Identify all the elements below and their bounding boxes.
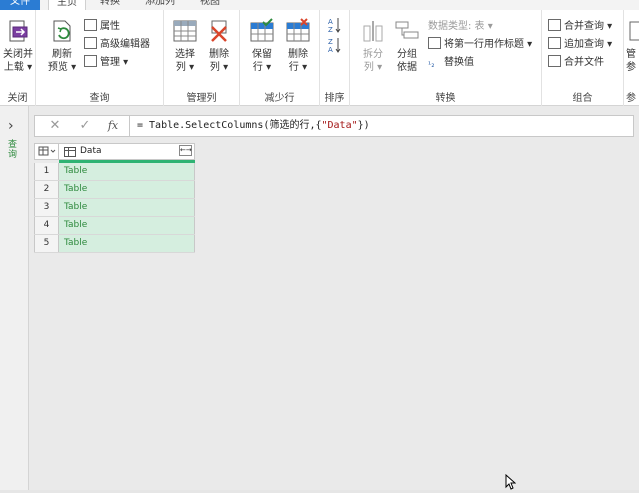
column-header-data[interactable]: Data ←→ bbox=[60, 144, 194, 159]
append-queries-button[interactable]: 追加查询 ▾ bbox=[548, 36, 612, 53]
tab-transform[interactable]: 转换 bbox=[100, 0, 120, 10]
commit-formula-icon[interactable]: ✓ bbox=[73, 117, 97, 135]
table-cell[interactable]: Table bbox=[59, 235, 195, 252]
group-close: 关闭并 上载 ▾ 关闭 bbox=[0, 10, 36, 106]
table-row: 3 Table bbox=[34, 199, 195, 217]
remove-rows-icon bbox=[285, 18, 311, 44]
parameters-icon bbox=[626, 18, 639, 44]
table-row: 2 Table bbox=[34, 181, 195, 199]
manage-parameters-button[interactable]: 管 参 bbox=[626, 18, 639, 74]
group-sort: AZ ZA 排序 bbox=[320, 10, 350, 106]
ribbon: 关闭并 上载 ▾ 关闭 刷新 预览 ▾ 属性 高级编辑器 管理 ▾ 查询 选择 … bbox=[0, 10, 639, 106]
properties-icon bbox=[84, 19, 97, 31]
merge-queries-button[interactable]: 合并查询 ▾ bbox=[548, 18, 612, 35]
choose-columns-button[interactable]: 选择 列 ▾ bbox=[166, 18, 204, 74]
tab-view[interactable]: 视图 bbox=[200, 0, 220, 10]
data-grid: Data ←→ 1 Table 2 Table 3 Table 4 Table 5 Tab… bbox=[34, 143, 195, 253]
table-menu-button[interactable] bbox=[35, 144, 59, 159]
main-area: ✕ ✓ fx = Table.SelectColumns(筛选的行,{"Data… bbox=[29, 106, 639, 490]
svg-text:Z: Z bbox=[328, 38, 333, 46]
remove-columns-button[interactable]: 删除 列 ▾ bbox=[200, 18, 238, 74]
table-row: 1 Table bbox=[34, 163, 195, 181]
table-cell[interactable]: Table bbox=[59, 163, 195, 180]
svg-text:A: A bbox=[328, 18, 333, 26]
table-row: 5 Table bbox=[34, 235, 195, 253]
split-column-icon bbox=[360, 18, 386, 44]
replace-values-icon: ¹₂ bbox=[428, 56, 441, 69]
group-by-button[interactable]: 分组 依据 bbox=[388, 18, 426, 74]
keep-rows-button[interactable]: 保留 行 ▾ bbox=[243, 18, 281, 74]
close-apply-icon bbox=[5, 18, 31, 44]
manage-icon bbox=[84, 55, 97, 67]
table-row: 4 Table bbox=[34, 217, 195, 235]
remove-columns-icon bbox=[206, 18, 232, 44]
group-transform: 拆分 列 ▾ 分组 依据 数据类型: 表 ▾ 将第一行用作标题 ▾ ¹₂ 替换值 … bbox=[350, 10, 542, 106]
tab-file[interactable]: 文件 bbox=[0, 0, 40, 10]
tab-add-column[interactable]: 添加列 bbox=[145, 0, 175, 10]
combine-files-icon bbox=[548, 55, 561, 67]
cancel-formula-icon[interactable]: ✕ bbox=[43, 117, 67, 135]
ribbon-tabs: 文件 主页 转换 添加列 视图 bbox=[0, 0, 639, 10]
manage-button[interactable]: 管理 ▾ bbox=[84, 54, 128, 71]
mouse-cursor-icon bbox=[505, 473, 517, 493]
function-icon[interactable]: fx bbox=[101, 117, 125, 135]
remove-rows-button[interactable]: 删除 行 ▾ bbox=[279, 18, 317, 74]
svg-text:Z: Z bbox=[328, 26, 333, 34]
table-type-icon bbox=[64, 147, 76, 157]
advanced-editor-icon bbox=[84, 37, 97, 49]
keep-rows-icon bbox=[249, 18, 275, 44]
table-cell[interactable]: Table bbox=[59, 181, 195, 198]
expand-pane-icon[interactable]: › bbox=[8, 118, 14, 134]
sort-descending-icon[interactable]: ZA bbox=[328, 36, 342, 54]
svg-text:A: A bbox=[328, 46, 333, 54]
formula-separator bbox=[129, 116, 130, 136]
first-row-header-icon bbox=[428, 37, 441, 49]
queries-pane-collapsed: › 查询 bbox=[0, 106, 29, 490]
choose-columns-icon bbox=[172, 18, 198, 44]
advanced-editor-button[interactable]: 高级编辑器 bbox=[84, 36, 150, 53]
group-query: 刷新 预览 ▾ 属性 高级编辑器 管理 ▾ 查询 bbox=[36, 10, 164, 106]
formula-bar: ✕ ✓ fx = Table.SelectColumns(筛选的行,{"Data… bbox=[34, 115, 634, 137]
formula-input[interactable]: = Table.SelectColumns(筛选的行,{"Data"}) bbox=[137, 116, 370, 136]
split-column-button[interactable]: 拆分 列 ▾ bbox=[354, 18, 392, 74]
tab-home[interactable]: 主页 bbox=[48, 0, 86, 10]
combine-files-button[interactable]: 合并文件 bbox=[548, 54, 604, 71]
queries-pane-label[interactable]: 查询 bbox=[8, 140, 20, 160]
group-combine: 合并查询 ▾ 追加查询 ▾ 合并文件 组合 bbox=[542, 10, 624, 106]
grid-header: Data ←→ bbox=[34, 143, 195, 160]
expand-column-icon[interactable]: ←→ bbox=[179, 145, 192, 156]
data-type-dropdown[interactable]: 数据类型: 表 ▾ bbox=[428, 18, 493, 35]
refresh-preview-button[interactable]: 刷新 预览 ▾ bbox=[44, 18, 80, 74]
table-cell[interactable]: Table bbox=[59, 199, 195, 216]
append-queries-icon bbox=[548, 37, 561, 49]
group-by-icon bbox=[394, 18, 420, 44]
merge-queries-icon bbox=[548, 19, 561, 31]
use-first-row-as-headers-button[interactable]: 将第一行用作标题 ▾ bbox=[428, 36, 532, 53]
replace-values-button[interactable]: ¹₂ 替换值 bbox=[428, 54, 474, 71]
sort-ascending-icon[interactable]: AZ bbox=[328, 16, 342, 34]
properties-button[interactable]: 属性 bbox=[84, 18, 120, 35]
group-parameters: 管 参 参 bbox=[624, 10, 639, 106]
group-manage-columns: 选择 列 ▾ 删除 列 ▾ 管理列 bbox=[164, 10, 240, 106]
refresh-icon bbox=[49, 18, 75, 44]
close-apply-button[interactable]: 关闭并 上载 ▾ bbox=[0, 18, 36, 74]
group-reduce-rows: 保留 行 ▾ 删除 行 ▾ 减少行 bbox=[240, 10, 320, 106]
table-cell[interactable]: Table bbox=[59, 217, 195, 234]
